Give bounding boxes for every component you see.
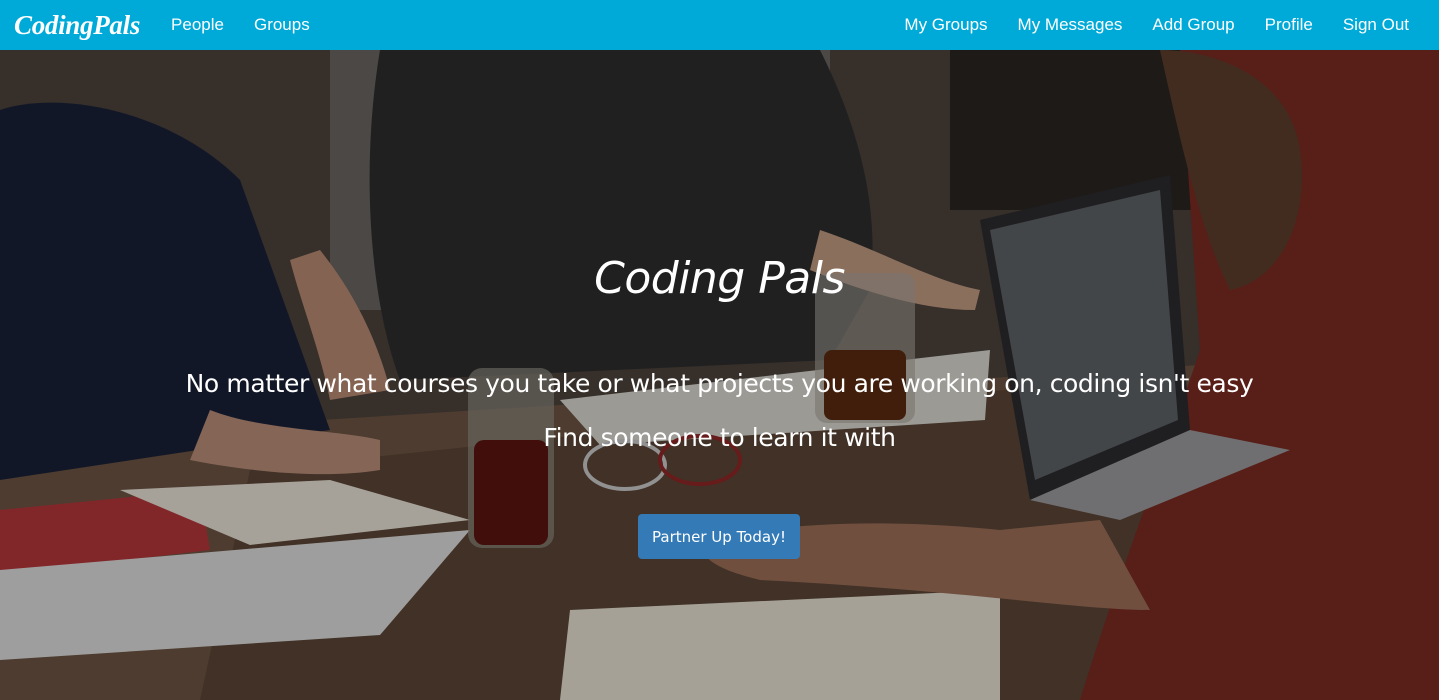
nav-link-my-messages[interactable]: My Messages bbox=[1003, 0, 1138, 50]
hero-content: Coding Pals No matter what courses you t… bbox=[0, 50, 1439, 700]
hero-title: Coding Pals bbox=[594, 253, 845, 304]
nav-link-add-group[interactable]: Add Group bbox=[1137, 0, 1249, 50]
hero-tagline: No matter what courses you take or what … bbox=[185, 369, 1254, 398]
nav-link-sign-out[interactable]: Sign Out bbox=[1328, 0, 1424, 50]
nav-right: My Groups My Messages Add Group Profile … bbox=[889, 0, 1424, 50]
nav-link-people[interactable]: People bbox=[156, 0, 239, 50]
hero-section: Coding Pals No matter what courses you t… bbox=[0, 50, 1439, 700]
nav-link-my-groups[interactable]: My Groups bbox=[889, 0, 1002, 50]
partner-up-button[interactable]: Partner Up Today! bbox=[638, 514, 800, 559]
nav-link-groups[interactable]: Groups bbox=[239, 0, 325, 50]
brand-logo[interactable]: CodingPals bbox=[14, 10, 140, 41]
top-navbar: CodingPals People Groups My Groups My Me… bbox=[0, 0, 1439, 50]
nav-link-profile[interactable]: Profile bbox=[1250, 0, 1328, 50]
hero-subtagline: Find someone to learn it with bbox=[543, 423, 896, 452]
nav-left: People Groups bbox=[156, 0, 325, 50]
